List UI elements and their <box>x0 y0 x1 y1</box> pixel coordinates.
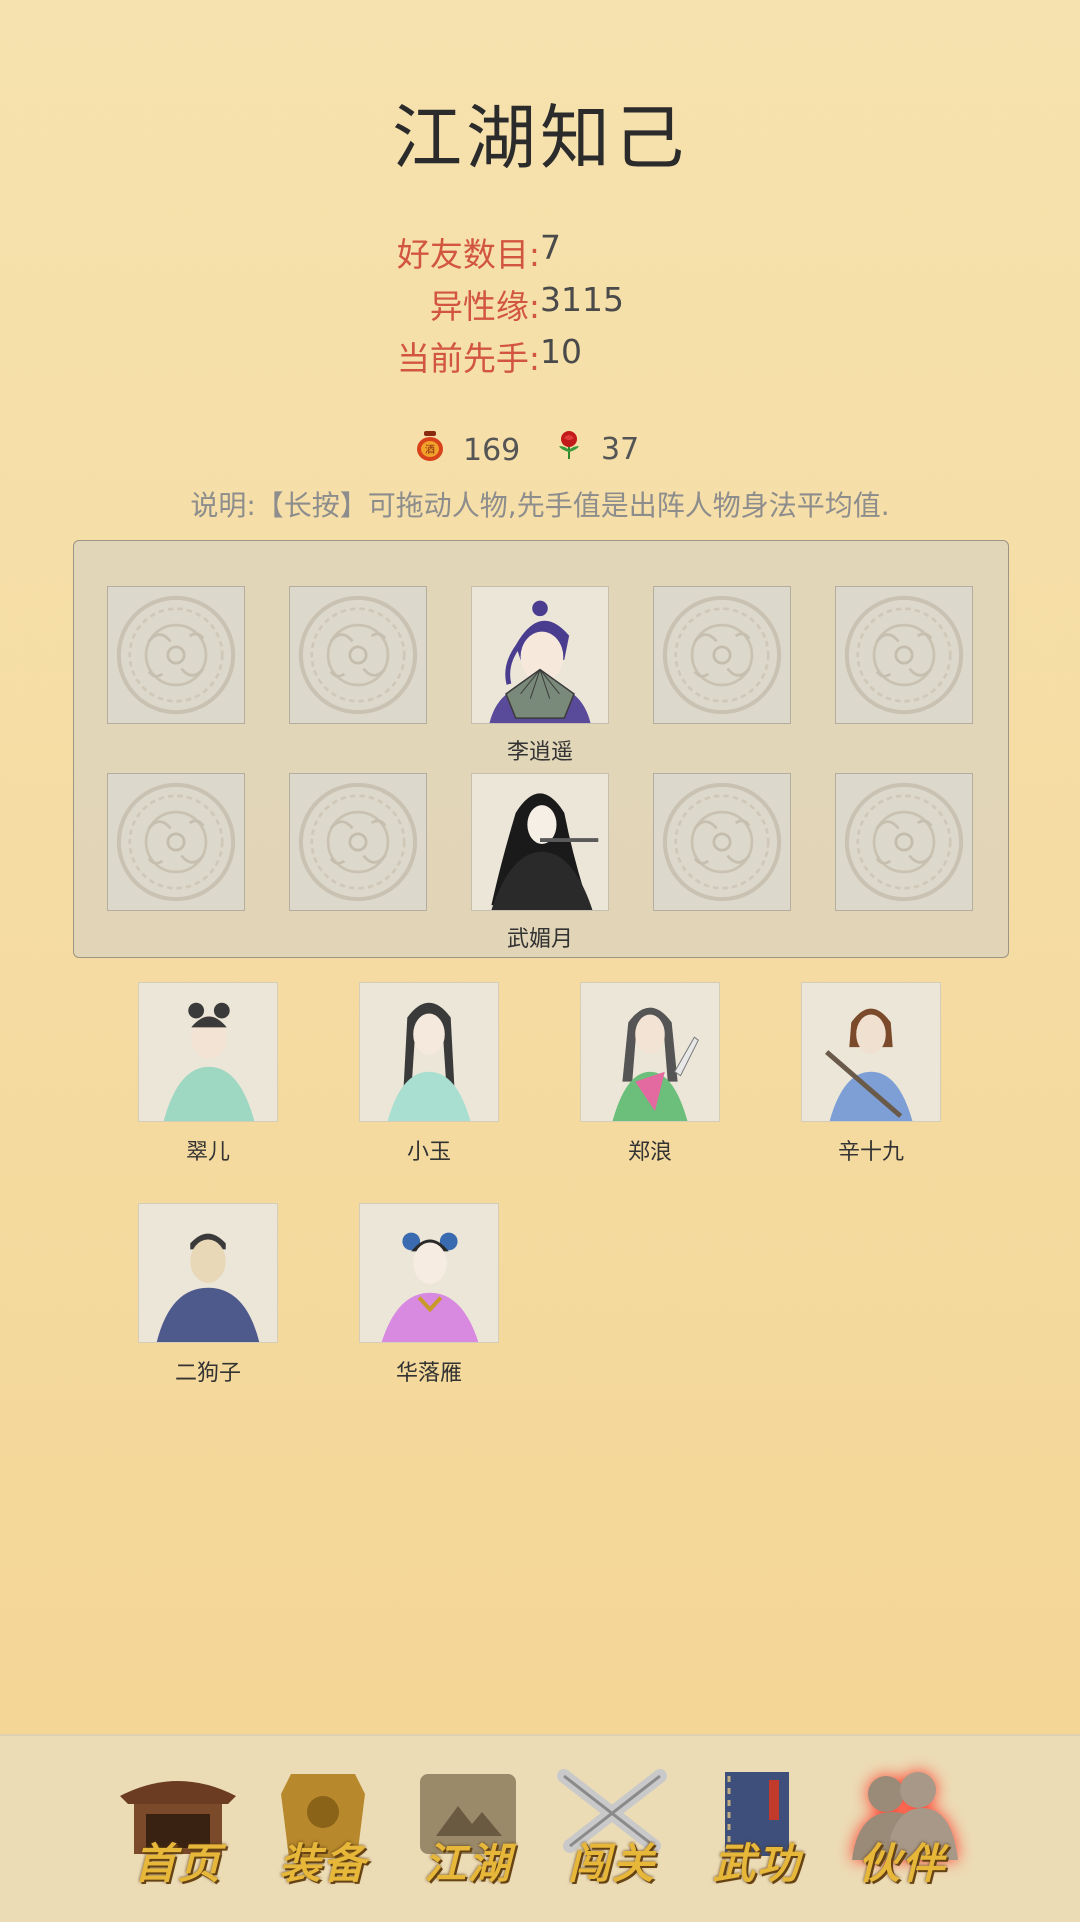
formation-grid: 李逍遥 武媚月 <box>73 540 1009 958</box>
stat-label: 当前先手: <box>396 339 540 378</box>
companion-card-ergouzi[interactable]: 二狗子 <box>138 1203 278 1387</box>
svg-text:酒: 酒 <box>425 444 435 456</box>
formation-slot-empty[interactable] <box>835 586 973 724</box>
nav-label: 江湖 <box>423 1839 512 1888</box>
portrait-zhenglang <box>580 982 720 1122</box>
companion-card-xiaoyu[interactable]: 小玉 <box>359 982 499 1166</box>
formation-name: 武媚月 <box>506 927 573 952</box>
nav-martial-arts[interactable]: 武功 <box>695 1766 819 1896</box>
formation-slot-empty[interactable] <box>107 773 245 911</box>
formation-slot-empty[interactable] <box>289 773 427 911</box>
rose-count: 37 <box>601 431 640 467</box>
rose-icon <box>555 430 583 468</box>
stat-initiative: 当前先手: 10 <box>0 332 582 382</box>
formation-name: 李逍遥 <box>506 740 573 765</box>
nav-label: 闯关 <box>567 1839 656 1888</box>
page-title: 江湖知己 <box>392 97 688 179</box>
portrait-hualuoyan <box>359 1203 499 1343</box>
formation-slot-empty[interactable] <box>835 773 973 911</box>
stat-value: 7 <box>540 228 561 267</box>
nav-label: 首页 <box>133 1839 222 1888</box>
portrait-xiaoyu <box>359 982 499 1122</box>
companion-card-zhenglang[interactable]: 郑浪 <box>580 982 720 1166</box>
portrait-ergouzi <box>138 1203 278 1343</box>
companion-name: 二狗子 <box>174 1361 241 1386</box>
formation-slot-empty[interactable] <box>289 586 427 724</box>
portrait-xinshijiu <box>801 982 941 1122</box>
companion-name: 翠儿 <box>185 1140 230 1165</box>
formation-slot-wu-meiyue[interactable] <box>471 773 609 911</box>
stat-value: 3115 <box>540 280 624 319</box>
formation-slot-empty[interactable] <box>653 773 791 911</box>
companion-card-hualuoyan[interactable]: 华落雁 <box>359 1203 499 1387</box>
nav-challenge[interactable]: 闯关 <box>550 1766 674 1896</box>
nav-label: 武功 <box>712 1839 801 1888</box>
stat-value: 10 <box>540 332 582 371</box>
portrait-wu-meiyue <box>472 774 608 910</box>
portrait-cuier <box>138 982 278 1122</box>
nav-label: 伙伴 <box>857 1839 946 1888</box>
companion-name: 小玉 <box>406 1140 451 1165</box>
formation-slot-li-xiaoyao[interactable] <box>471 586 609 724</box>
wine-count: 169 <box>463 432 521 468</box>
stat-charm: 异性缘: 3115 <box>0 280 624 330</box>
bottom-nav: 首页 装备 江湖 闯关 武功 伙伴 <box>0 1734 1080 1922</box>
currency-bar: 酒 169 37 <box>0 430 1080 480</box>
formation-slot-empty[interactable] <box>107 586 245 724</box>
formation-slot-empty[interactable] <box>653 586 791 724</box>
stat-label: 异性缘: <box>429 287 540 326</box>
nav-label: 装备 <box>278 1839 367 1888</box>
instruction-note: 说明:【长按】可拖动人物,先手值是出阵人物身法平均值. <box>190 489 890 522</box>
nav-home[interactable]: 首页 <box>116 1766 240 1896</box>
portrait-li-xiaoyao <box>472 587 608 723</box>
companion-name: 华落雁 <box>395 1361 462 1386</box>
companion-card-xinshijiu[interactable]: 辛十九 <box>801 982 941 1166</box>
companion-name: 辛十九 <box>837 1140 904 1165</box>
rose-currency: 37 <box>555 430 639 468</box>
wine-currency: 酒 169 <box>415 430 520 470</box>
wine-jar-icon: 酒 <box>415 430 445 470</box>
stat-label: 好友数目: <box>396 235 540 274</box>
companion-card-cuier[interactable]: 翠儿 <box>138 982 278 1166</box>
nav-companions[interactable]: 伙伴 <box>840 1766 964 1896</box>
stat-friend-count: 好友数目: 7 <box>0 228 561 278</box>
nav-jianghu[interactable]: 江湖 <box>406 1766 530 1896</box>
companion-name: 郑浪 <box>627 1140 672 1165</box>
nav-equipment[interactable]: 装备 <box>261 1766 385 1896</box>
